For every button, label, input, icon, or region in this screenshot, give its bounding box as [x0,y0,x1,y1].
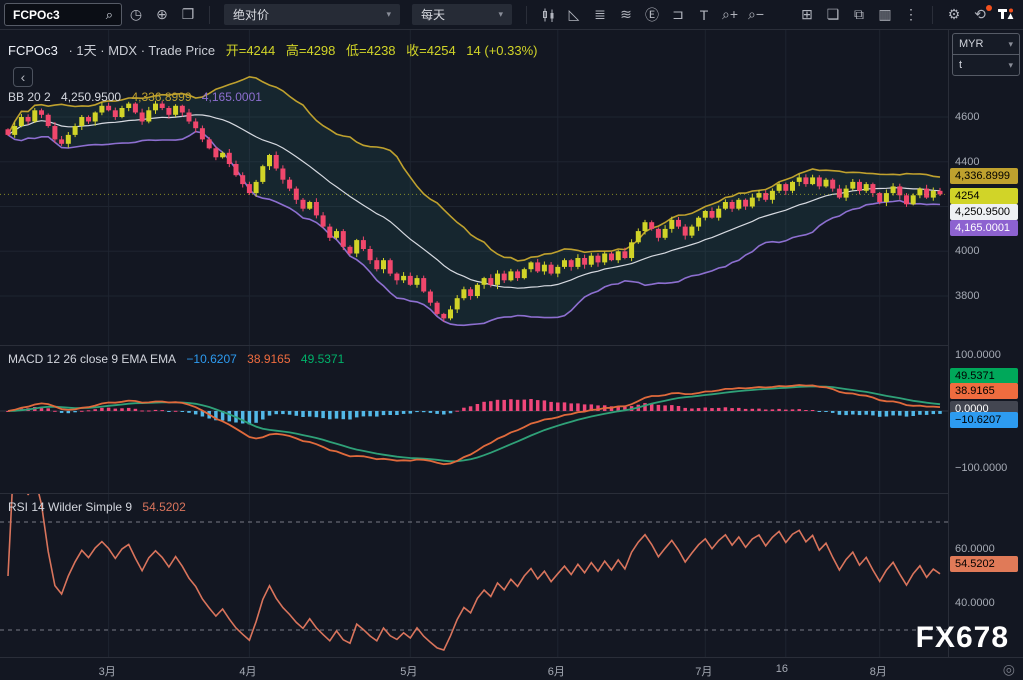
price-tag: 49.5371 [950,368,1018,384]
target-icon[interactable]: ◎ [1003,661,1015,678]
currency-value: MYR [959,38,983,50]
time-axis-label: 4月 [239,663,256,679]
watermark: FX678 [916,621,1009,655]
rsi-legend: RSI 14 Wilder Simple 9 54.5202 [8,500,193,514]
price-tag: 4,165.0001 [950,220,1018,236]
settings-gear-icon[interactable]: ⚙ [942,3,966,27]
chart-area: FCPOc3 · 1天 · MDX · Trade Price 开=4244 高… [0,30,1023,680]
rows-icon[interactable]: ≣ [588,3,612,27]
axis-label: 4400 [955,155,979,169]
unit-dropdown[interactable]: t ▾ [953,54,1019,75]
multi-chart-icon[interactable]: ❏ [821,3,845,27]
toolbar-separator [526,6,527,24]
time-axis-label: 8月 [870,663,887,679]
price-tag: 54.5202 [950,556,1018,572]
pane-resize-handle[interactable] [0,345,948,346]
price-tag: 4254 [950,188,1018,204]
zoom-in-icon[interactable]: ⌕+ [718,3,742,27]
back-arrow-button[interactable]: ‹ [13,67,33,87]
axis-label: −100.0000 [955,461,1007,475]
bb-title: BB 20 2 [8,90,51,104]
price-mode-value: 绝对价 [233,6,269,23]
bb-upper-value: 4,336.8999 [131,90,191,104]
stats-icon[interactable]: ▥ [873,3,897,27]
time-axis-label: 5月 [400,663,417,679]
chevron-down-icon: ▾ [498,9,503,20]
price-scale[interactable]: MYR ▾ t ▾ 4600 4400 4000 3800 100.0000 −100.0… [948,30,1023,657]
axis-label: 60.0000 [955,542,995,556]
notification-dot [986,5,992,11]
candlestick-style-icon[interactable] [536,3,560,27]
bb-basis-value: 4,250.9500 [61,90,121,104]
macd-line-value: 38.9165 [247,352,290,366]
folder-icon[interactable]: ❐ [176,3,200,27]
price-tag: 38.9165 [950,383,1018,399]
interval-dropdown[interactable]: 每天 ▾ [412,4,512,25]
unit-value: t [959,59,962,71]
macd-pane[interactable] [0,345,948,493]
refresh-icon[interactable]: ⟲ [968,3,992,27]
time-axis-label: 16 [776,663,788,675]
axis-label: 4600 [955,110,979,124]
macd-hist-value: −10.6207 [186,352,236,366]
time-axis-label: 3月 [99,663,116,679]
plus-circle-icon[interactable]: ⊕ [150,3,174,27]
time-axis-label: 6月 [548,663,565,679]
axis-label: 4000 [955,244,979,258]
price-tag: 4,250.9500 [950,204,1018,220]
axis-label: 3800 [955,289,979,303]
refresh-glyph: ⟲ [974,6,986,23]
currency-dropdown[interactable]: MYR ▾ [953,34,1019,54]
price-tag: −10.6207 [950,412,1018,428]
compare-icon[interactable]: ⊐ [666,3,690,27]
macd-legend: MACD 12 26 close 9 EMA EMA −10.6207 38.9… [8,352,351,366]
grid-layout-icon[interactable]: ⊞ [795,3,819,27]
bb-lower-value: 4,165.0001 [202,90,262,104]
clock-icon[interactable]: ◷ [124,3,148,27]
currency-unit-selector: MYR ▾ t ▾ [952,33,1020,76]
time-axis-label: 7月 [695,663,712,679]
rsi-title: RSI 14 Wilder Simple 9 [8,500,132,514]
popup-window-icon[interactable]: ⧉ [847,3,871,27]
rsi-value: 54.5202 [142,500,185,514]
price-pane[interactable] [0,30,948,345]
chevron-down-icon: ▾ [386,9,391,20]
axis-label: 100.0000 [955,348,1001,362]
symbol-legend: FCPOc3 · 1天 · MDX · Trade Price 开=4244 高… [8,40,544,59]
legend-high: 高=4298 [286,43,336,58]
time-axis[interactable]: 3月 4月 5月 6月 7月 16 8月 ◎ [0,657,1023,680]
zoom-out-icon[interactable]: ⌕− [744,3,768,27]
pane-resize-handle[interactable] [0,493,948,494]
axis-label: 40.0000 [955,596,995,610]
legend-close: 收=4254 [406,43,456,58]
legend-low: 低=4238 [346,43,396,58]
interval-value: 每天 [421,6,445,23]
symbol-search[interactable]: FCPOc3 ⌕ [4,3,122,26]
legend-change: 14 (+0.33%) [466,43,537,58]
text-tool-icon[interactable]: T [692,3,716,27]
legend-meta: · 1天 · MDX · Trade Price [68,43,215,58]
legend-open: 开=4244 [226,43,276,58]
chevron-down-icon: ▾ [1008,60,1013,71]
chevron-down-icon: ▾ [1008,39,1013,50]
search-icon: ⌕ [106,7,113,23]
waves-icon[interactable]: ≋ [614,3,638,27]
trading-chart-app: FCPOc3 ⌕ ◷ ⊕ ❐ 绝对价 ▾ 每天 ▾ ◺ ≣ ≋ Ⓔ ⊐ T [0,0,1023,680]
tradingview-logo[interactable] [994,3,1019,27]
symbol-search-value: FCPOc3 [13,8,60,22]
price-mode-dropdown[interactable]: 绝对价 ▾ [224,4,400,25]
legend-symbol: FCPOc3 [8,43,58,58]
more-menu-icon[interactable]: ⋮ [899,3,923,27]
macd-title: MACD 12 26 close 9 EMA EMA [8,352,176,366]
top-toolbar: FCPOc3 ⌕ ◷ ⊕ ❐ 绝对价 ▾ 每天 ▾ ◺ ≣ ≋ Ⓔ ⊐ T [0,0,1023,30]
rsi-pane[interactable] [0,493,948,657]
toolbar-separator [209,6,210,24]
area-chart-icon[interactable]: ◺ [562,3,586,27]
bollinger-legend: BB 20 2 4,250.9500 4,336.8999 4,165.0001 [8,90,269,104]
macd-signal-value: 49.5371 [301,352,344,366]
e-circle-icon[interactable]: Ⓔ [640,3,664,27]
price-tag: 4,336.8999 [950,168,1018,184]
toolbar-separator [932,6,933,24]
